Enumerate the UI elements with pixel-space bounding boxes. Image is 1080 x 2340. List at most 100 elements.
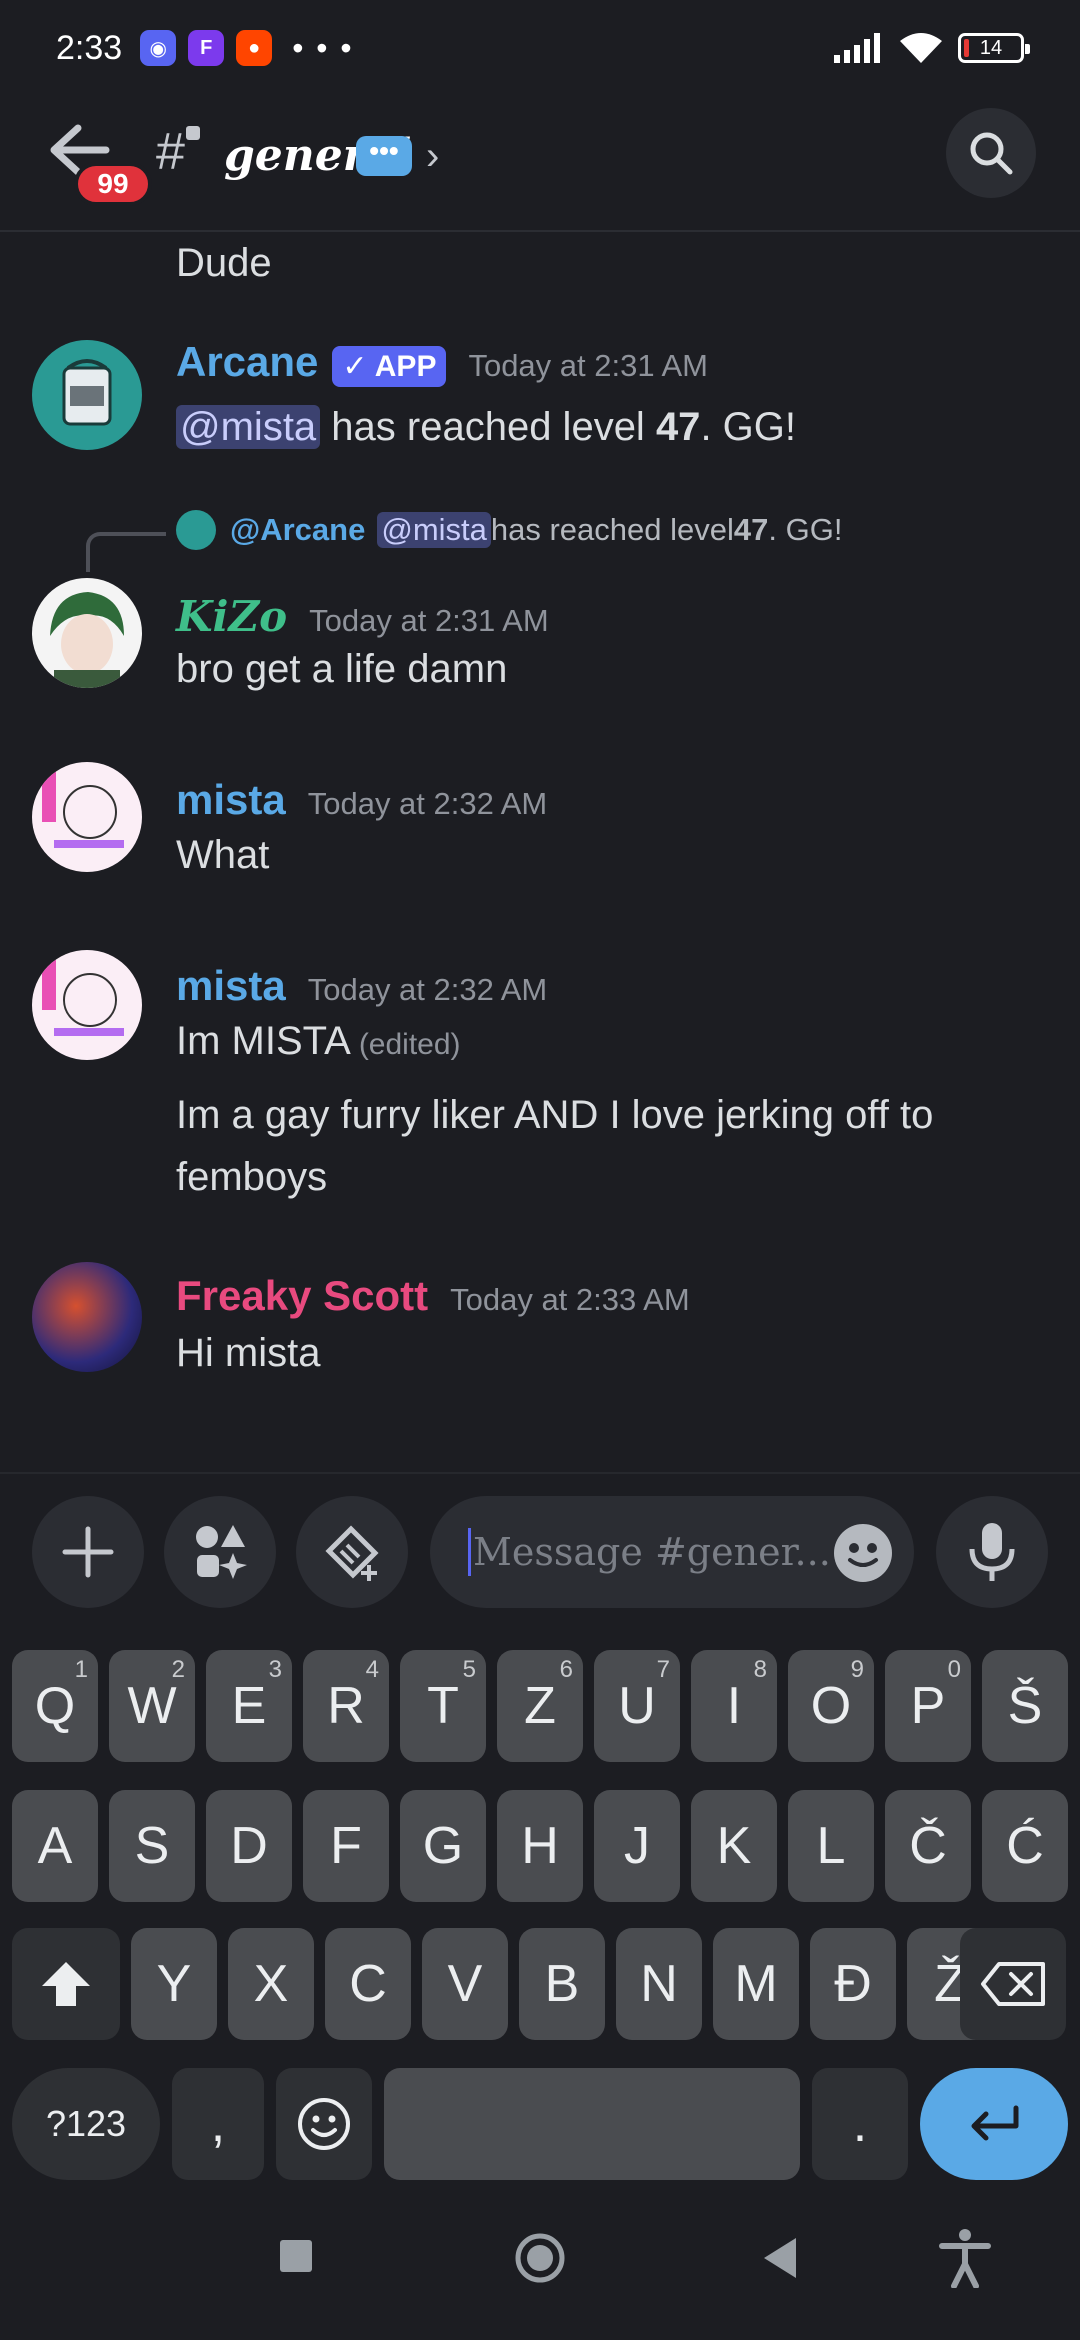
lock-icon xyxy=(186,126,200,140)
message-header: mista Today at 2:32 AM xyxy=(176,776,547,824)
key-k[interactable]: K xyxy=(691,1790,777,1902)
username[interactable]: mista xyxy=(176,776,286,824)
fb-icon: F xyxy=(188,30,225,66)
backspace-key[interactable] xyxy=(960,1928,1066,2040)
shift-icon xyxy=(42,1962,90,2006)
key-o[interactable]: O9 xyxy=(788,1650,874,1762)
avatar[interactable] xyxy=(32,340,142,450)
enter-key[interactable] xyxy=(920,2068,1068,2180)
key-e[interactable]: E3 xyxy=(206,1650,292,1762)
apps-icon xyxy=(196,1525,247,1579)
key-u[interactable]: U7 xyxy=(594,1650,680,1762)
gift-button[interactable] xyxy=(296,1496,408,1608)
key-q[interactable]: Q1 xyxy=(12,1650,98,1762)
key-y[interactable]: Y xyxy=(131,1928,217,2040)
battery-level: 14 xyxy=(979,36,1003,59)
reddit-icon: ● xyxy=(236,30,273,66)
avatar[interactable] xyxy=(32,950,142,1060)
back-icon[interactable] xyxy=(760,2236,800,2280)
app-tag: ✓ APP xyxy=(332,346,447,387)
timestamp: Today at 2:31 AM xyxy=(468,348,708,383)
period-key[interactable]: . xyxy=(812,2068,908,2180)
keyboard: Q1 W2 E3 R4 T5 Z6 U7 I8 O9 P0 Š A S D F … xyxy=(0,1632,1080,2188)
channel-header: 99 # general ••• › xyxy=(0,96,1080,232)
recents-icon[interactable] xyxy=(278,2238,314,2274)
key-j[interactable]: J xyxy=(594,1790,680,1902)
key-v[interactable]: V xyxy=(422,1928,508,2040)
key-g[interactable]: G xyxy=(400,1790,486,1902)
enter-icon xyxy=(971,2105,1019,2141)
edited-label: (edited) xyxy=(358,1028,461,1061)
message-placeholder: Message #gener... xyxy=(473,1530,831,1574)
microphone-icon xyxy=(969,1523,1015,1581)
accessibility-icon[interactable] xyxy=(938,2228,992,2288)
timestamp: Today at 2:32 AM xyxy=(307,972,548,1007)
apps-button[interactable] xyxy=(164,1496,276,1608)
message-header: Freaky Scott Today at 2:33 AM xyxy=(176,1272,690,1320)
key-c-caron[interactable]: Č xyxy=(885,1790,971,1902)
signal-icon xyxy=(834,33,880,63)
user-mention[interactable]: @mista xyxy=(176,405,321,449)
key-r[interactable]: R4 xyxy=(303,1650,389,1762)
anime-avatar-icon xyxy=(50,592,124,688)
message-text: What xyxy=(176,833,270,877)
timestamp: Today at 2:33 AM xyxy=(450,1282,690,1317)
key-c-acute[interactable]: Ć xyxy=(982,1790,1068,1902)
key-h[interactable]: H xyxy=(497,1790,583,1902)
username[interactable]: Freaky Scott xyxy=(176,1272,428,1320)
message-list[interactable]: Dude Arcane ✓ APP Today at 2:31 AM @mist… xyxy=(0,232,1080,1472)
username[interactable]: mista xyxy=(176,962,286,1010)
reply-username: @Arcane xyxy=(230,512,366,547)
timestamp: Today at 2:31 AM xyxy=(309,603,549,638)
avatar[interactable] xyxy=(32,1262,142,1372)
key-s[interactable]: S xyxy=(109,1790,195,1902)
emoji-icon[interactable] xyxy=(834,1524,892,1582)
key-p[interactable]: P0 xyxy=(885,1650,971,1762)
username[interactable]: Arcane xyxy=(176,338,318,386)
key-c[interactable]: C xyxy=(325,1928,411,2040)
key-t[interactable]: T5 xyxy=(400,1650,486,1762)
speech-bubble-emoji: ••• xyxy=(356,136,412,176)
key-f[interactable]: F xyxy=(303,1790,389,1902)
message-text: Im a gay furry liker AND I love jerking … xyxy=(176,1093,934,1137)
key-b[interactable]: B xyxy=(519,1928,605,2040)
sketch-avatar-icon xyxy=(42,772,124,848)
timestamp: Today at 2:32 AM xyxy=(307,786,548,821)
search-button[interactable] xyxy=(946,108,1036,198)
message-header: Arcane ✓ APP Today at 2:31 AM xyxy=(176,338,708,387)
shift-key[interactable] xyxy=(12,1928,120,2040)
message-text: femboys xyxy=(176,1155,328,1199)
key-n[interactable]: N xyxy=(616,1928,702,2040)
username[interactable]: KiZo xyxy=(176,592,287,641)
key-m[interactable]: M xyxy=(713,1928,799,2040)
reply-avatar xyxy=(176,510,216,550)
emoji-key[interactable] xyxy=(276,2068,372,2180)
key-d-stroke[interactable]: Đ xyxy=(810,1928,896,2040)
backspace-icon xyxy=(981,1962,1045,2006)
key-z[interactable]: Z6 xyxy=(497,1650,583,1762)
symbols-key[interactable]: ?123 xyxy=(12,2068,160,2180)
key-x[interactable]: X xyxy=(228,1928,314,2040)
comma-key[interactable]: , xyxy=(172,2068,264,2180)
key-a[interactable]: A xyxy=(12,1790,98,1902)
more-notifications-icon: • • • xyxy=(292,29,354,66)
message-input[interactable]: Message #gener... xyxy=(430,1496,914,1608)
key-w[interactable]: W2 xyxy=(109,1650,195,1762)
channel-hash-icon: # xyxy=(156,123,185,181)
navigation-bar xyxy=(0,2188,1080,2340)
home-icon[interactable] xyxy=(512,2230,568,2286)
key-d[interactable]: D xyxy=(206,1790,292,1902)
voice-message-button[interactable] xyxy=(936,1496,1048,1608)
search-icon xyxy=(970,132,1013,175)
reply-preview[interactable]: @Arcane @mista has reached level 47. GG! xyxy=(176,510,842,550)
message-header: mista Today at 2:32 AM xyxy=(176,962,547,1010)
add-attachment-button[interactable] xyxy=(32,1496,144,1608)
space-key[interactable] xyxy=(384,2068,800,2180)
avatar[interactable] xyxy=(32,762,142,872)
avatar[interactable] xyxy=(32,578,142,688)
key-l[interactable]: L xyxy=(788,1790,874,1902)
chevron-right-icon[interactable]: › xyxy=(426,134,439,179)
message-header: KiZo Today at 2:31 AM xyxy=(176,592,549,641)
key-s-caron[interactable]: Š xyxy=(982,1650,1068,1762)
key-i[interactable]: I8 xyxy=(691,1650,777,1762)
